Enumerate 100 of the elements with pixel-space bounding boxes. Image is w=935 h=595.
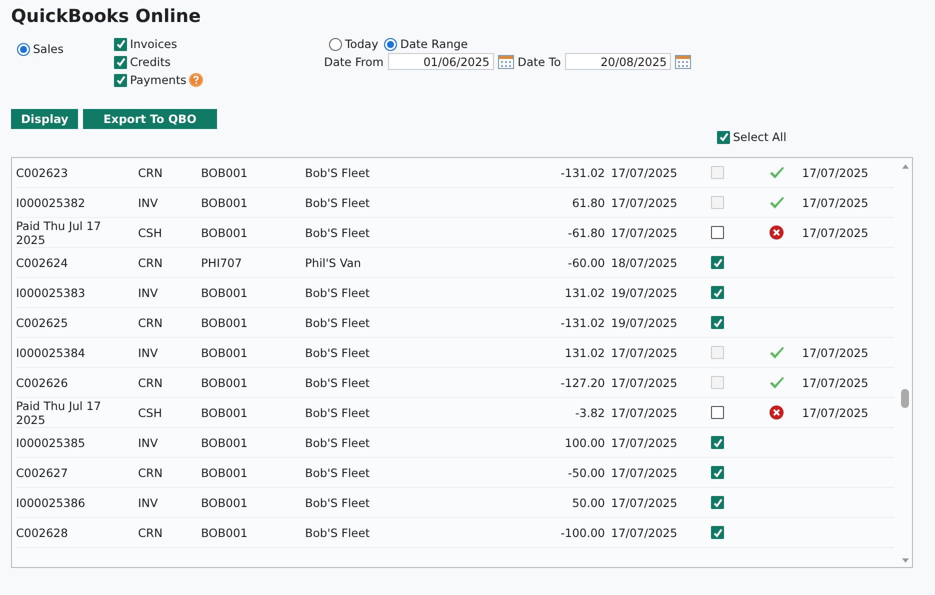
check-icon	[718, 132, 728, 142]
table-cell-text: PHI707	[201, 256, 243, 270]
table-cell-text: 18/07/2025	[610, 256, 678, 270]
table-cell-text: 17/07/2025	[610, 526, 678, 540]
radio-button[interactable]	[17, 42, 30, 56]
checkbox[interactable]	[717, 130, 730, 144]
checkbox[interactable]	[711, 526, 724, 539]
table-cell-text: BOB001	[201, 226, 249, 240]
checkbox[interactable]	[114, 38, 127, 50]
help-icon[interactable]	[189, 73, 204, 87]
scroll-thumb[interactable]	[901, 389, 909, 408]
field-label: Date To	[518, 54, 561, 68]
checkbox[interactable]	[711, 406, 724, 419]
check-icon	[712, 498, 722, 508]
table-cell-text: 17/07/2025	[610, 436, 678, 450]
table-cell-text: -131.02	[560, 316, 605, 330]
table-cell-text: I000025386	[16, 496, 86, 510]
check-icon	[712, 468, 722, 478]
radio-button[interactable]	[329, 38, 342, 50]
table-cell-text: Bob'S Fleet	[305, 436, 371, 450]
check-icon	[712, 258, 722, 268]
checkbox-label: Payments	[130, 73, 186, 87]
checkbox[interactable]	[711, 466, 724, 479]
date-field[interactable]: 20/08/2025	[564, 53, 671, 70]
table-cell-text: Paid Thu Jul 17 2025	[16, 218, 102, 246]
table-cell-text: BOB001	[201, 496, 249, 510]
table-cell-text: 17/07/2025	[610, 226, 678, 240]
table-cell-text: C002626	[16, 376, 69, 390]
table-cell-text: Bob'S Fleet	[305, 496, 371, 510]
table-cell-text: 19/07/2025	[610, 286, 678, 300]
table-cell-text: 17/07/2025	[610, 406, 678, 420]
table-cell-text: INV	[138, 496, 159, 510]
table-cell-text: Bob'S Fleet	[305, 286, 371, 300]
action-button[interactable]: Export To QBO	[83, 109, 217, 129]
table-cell-text: BOB001	[201, 316, 249, 330]
checkbox[interactable]	[711, 496, 724, 509]
table-cell-text: BOB001	[201, 166, 249, 180]
checkbox[interactable]	[711, 436, 724, 449]
radio-label: Date Range	[400, 37, 468, 51]
table-cell-text: 17/07/2025	[610, 166, 678, 180]
table-cell-text: CRN	[138, 466, 164, 480]
table-cell-text: 17/07/2025	[802, 166, 870, 180]
table-cell-text: BOB001	[201, 196, 249, 210]
table-cell-text: 100.00	[564, 436, 605, 450]
table-cell-text: BOB001	[201, 346, 249, 360]
table-cell-text: 17/07/2025	[610, 346, 678, 360]
check-icon	[769, 346, 785, 360]
check-icon	[769, 196, 785, 210]
table-cell-text: BOB001	[201, 436, 249, 450]
table-cell-text: Bob'S Fleet	[305, 316, 371, 330]
calendar-icon[interactable]	[498, 54, 514, 68]
checkbox[interactable]	[114, 56, 127, 68]
table-cell-text: CRN	[138, 316, 164, 330]
table-cell-text: -131.02	[560, 166, 605, 180]
table-cell-text: CRN	[138, 376, 164, 390]
table-cell-text: Bob'S Fleet	[305, 346, 371, 360]
check-icon	[712, 528, 722, 538]
checkbox[interactable]	[711, 286, 724, 299]
checkbox[interactable]	[711, 226, 724, 239]
radio-label: Today	[345, 37, 378, 51]
table-cell-text: Bob'S Fleet	[305, 406, 371, 420]
radio-label: Sales	[33, 42, 64, 56]
checkbox-label: Select All	[733, 130, 786, 144]
scroll-down-icon[interactable]	[900, 558, 910, 564]
date-field[interactable]: 01/06/2025	[388, 53, 494, 70]
table-cell-text: I000025382	[16, 196, 86, 210]
table-cell-text: I000025384	[16, 346, 86, 360]
table-cell-text: 50.00	[571, 496, 605, 510]
table-cell-text: BOB001	[201, 526, 249, 540]
table-cell-text: -61.80	[566, 226, 605, 240]
table-cell-text: Bob'S Fleet	[305, 196, 371, 210]
checkbox[interactable]	[711, 256, 724, 269]
table-cell-text: BOB001	[201, 376, 249, 390]
check-icon	[712, 318, 722, 328]
table-cell-text: 19/07/2025	[610, 316, 678, 330]
table-cell-text: 17/07/2025	[610, 466, 678, 480]
table-cell-text: CRN	[138, 526, 164, 540]
table-cell-text: 17/07/2025	[610, 496, 678, 510]
table-cell-text: Bob'S Fleet	[305, 526, 371, 540]
checkbox[interactable]	[114, 74, 127, 86]
table-cell-text: Bob'S Fleet	[305, 166, 371, 180]
action-button[interactable]: Display	[11, 109, 78, 129]
table-cell-text: 17/07/2025	[610, 196, 678, 210]
table-cell-text: 131.02	[564, 286, 605, 300]
scroll-up-icon[interactable]	[900, 164, 910, 170]
calendar-icon[interactable]	[674, 54, 691, 68]
table-cell-text: INV	[138, 436, 159, 450]
table-cell-text: I000025383	[16, 286, 86, 300]
table-cell-text: Phil'S Van	[305, 256, 362, 270]
table-cell-text: -50.00	[566, 466, 605, 480]
table-cell-text: -100.00	[560, 526, 605, 540]
table-cell-text: I000025385	[16, 436, 86, 450]
table-cell-text: C002625	[16, 316, 69, 330]
checkbox[interactable]	[711, 316, 724, 329]
radio-button[interactable]	[384, 38, 398, 50]
table-cell-text: 17/07/2025	[802, 376, 870, 390]
table-cell-text: Bob'S Fleet	[305, 466, 371, 480]
check-icon	[769, 166, 785, 180]
table-cell-text: 17/07/2025	[610, 376, 678, 390]
table-cell-text: INV	[138, 196, 159, 210]
